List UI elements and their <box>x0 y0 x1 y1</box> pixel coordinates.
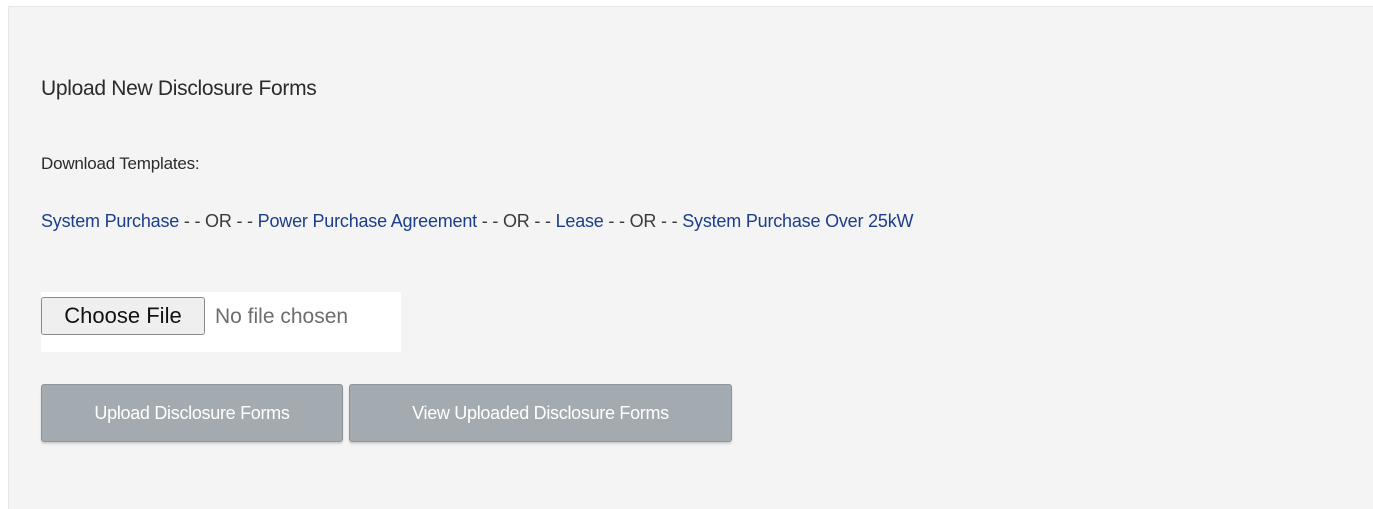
section-title: Upload New Disclosure Forms <box>41 77 317 100</box>
file-input: Choose File No file chosen <box>41 292 401 352</box>
view-uploaded-disclosure-forms-button[interactable]: View Uploaded Disclosure Forms <box>349 384 732 442</box>
template-link-system-purchase-over-25kw[interactable]: System Purchase Over 25kW <box>682 211 913 231</box>
template-link-system-purchase[interactable]: System Purchase <box>41 211 179 231</box>
or-separator: - - OR - - <box>603 211 683 231</box>
template-link-lease[interactable]: Lease <box>556 211 604 231</box>
template-links: System Purchase - - OR - - Power Purchas… <box>41 211 913 232</box>
file-status-text: No file chosen <box>215 305 349 328</box>
or-separator: - - OR - - <box>179 211 258 231</box>
or-separator: - - OR - - <box>476 211 556 231</box>
template-link-power-purchase-agreement[interactable]: Power Purchase Agreement <box>258 211 478 231</box>
disclosure-forms-panel: Upload New Disclosure Forms Download Tem… <box>8 6 1373 509</box>
download-templates-label: Download Templates: <box>41 154 200 173</box>
choose-file-button[interactable]: Choose File <box>41 297 205 335</box>
upload-disclosure-forms-button[interactable]: Upload Disclosure Forms <box>41 384 343 442</box>
